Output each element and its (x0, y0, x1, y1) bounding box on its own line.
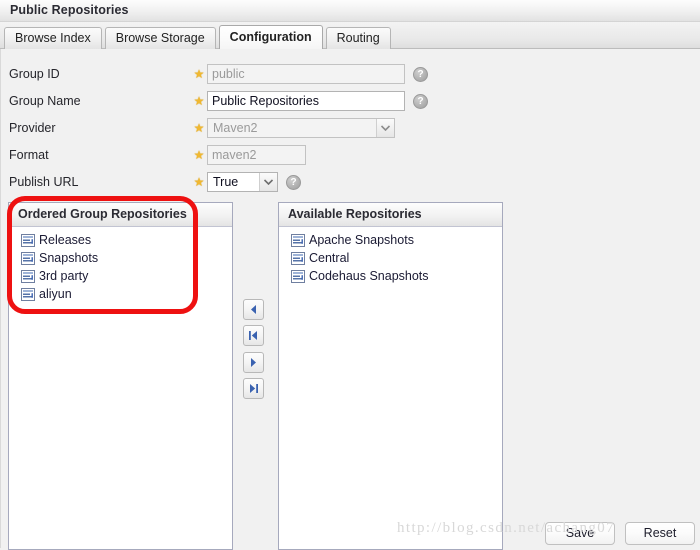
available-repositories-list: Apache Snapshots Central Codehaus Snapsh… (279, 227, 502, 285)
list-item-label: Snapshots (39, 251, 99, 265)
ordered-group-repositories-header: Ordered Group Repositories (9, 203, 232, 227)
chevron-down-icon (259, 173, 277, 191)
list-item-label: 3rd party (39, 269, 89, 283)
publish-url-select[interactable]: True (207, 172, 278, 192)
format-label: Format (9, 148, 49, 162)
repository-icon (21, 269, 35, 283)
page-title: Public Repositories (0, 0, 700, 22)
tab-strip: Browse Index Browse Storage Configuratio… (0, 22, 700, 49)
group-id-label: Group ID (9, 67, 60, 81)
star-icon: ★ (193, 175, 205, 189)
provider-select[interactable]: Maven2 (207, 118, 395, 138)
field-row-provider: Provider ★ Maven2 (1, 115, 395, 141)
star-icon: ★ (193, 94, 205, 108)
available-repositories-panel: Available Repositories Apache Snapshots (278, 202, 503, 550)
help-icon[interactable]: ? (413, 93, 428, 109)
nexus-repository-config-window: Public Repositories Browse Index Browse … (0, 0, 700, 550)
field-row-publish-url: Publish URL ★ True ? (1, 169, 301, 195)
repository-icon (21, 251, 35, 265)
list-item-label: aliyun (39, 287, 72, 301)
move-all-right-button[interactable] (243, 378, 264, 399)
star-icon: ★ (193, 67, 205, 81)
help-icon[interactable]: ? (413, 66, 428, 82)
list-item-label: Codehaus Snapshots (309, 269, 429, 283)
group-name-input[interactable]: Public Repositories (207, 91, 405, 111)
list-item[interactable]: Apache Snapshots (279, 231, 502, 249)
move-all-left-button[interactable] (243, 325, 264, 346)
ordered-group-repositories-list: Releases Snapshots 3rd party aliyun (9, 227, 232, 303)
arrow-right-all-icon (250, 384, 258, 393)
publish-url-select-value: True (213, 175, 239, 189)
list-item[interactable]: aliyun (9, 285, 232, 303)
tab-list: Browse Index Browse Storage Configuratio… (4, 25, 394, 49)
list-item[interactable]: Releases (9, 231, 232, 249)
field-row-format: Format ★ maven2 (1, 142, 306, 168)
list-item[interactable]: 3rd party (9, 267, 232, 285)
configuration-form: Group ID ★ public ? Group Name ★ Public … (0, 49, 700, 550)
tab-browse-storage[interactable]: Browse Storage (104, 27, 216, 49)
ordered-group-repositories-panel: Ordered Group Repositories Releases Snap… (8, 202, 233, 550)
repository-icon (291, 269, 305, 283)
group-name-label: Group Name (9, 94, 81, 108)
reset-button[interactable]: Reset (625, 522, 695, 545)
available-repositories-header: Available Repositories (279, 203, 502, 227)
repository-icon (21, 233, 35, 247)
field-row-group-id: Group ID ★ public ? (1, 61, 428, 87)
publish-url-label: Publish URL (9, 175, 79, 189)
star-icon: ★ (193, 121, 205, 135)
chevron-down-icon (376, 119, 394, 137)
list-item[interactable]: Codehaus Snapshots (279, 267, 502, 285)
list-item[interactable]: Central (279, 249, 502, 267)
field-row-group-name: Group Name ★ Public Repositories ? (1, 88, 428, 114)
arrow-left-all-icon (249, 331, 257, 340)
tab-routing[interactable]: Routing (325, 27, 391, 49)
list-item[interactable]: Snapshots (9, 249, 232, 267)
repository-icon (291, 251, 305, 265)
move-right-button[interactable] (243, 352, 264, 373)
repository-icon (21, 287, 35, 301)
provider-select-value: Maven2 (213, 121, 258, 135)
arrow-right-icon (251, 358, 256, 367)
arrow-left-icon (251, 305, 256, 314)
group-id-input[interactable]: public (207, 64, 405, 84)
provider-label: Provider (9, 121, 56, 135)
repository-icon (291, 233, 305, 247)
list-item-label: Releases (39, 233, 92, 247)
move-left-button[interactable] (243, 299, 264, 320)
help-icon[interactable]: ? (286, 174, 301, 190)
star-icon: ★ (193, 148, 205, 162)
watermark-text: http://blog.csdn.net/achang07 (397, 520, 616, 536)
list-item-label: Central (309, 251, 350, 265)
tab-browse-index[interactable]: Browse Index (4, 27, 102, 49)
format-input[interactable]: maven2 (207, 145, 306, 165)
tab-configuration[interactable]: Configuration (218, 25, 323, 49)
list-item-label: Apache Snapshots (309, 233, 414, 247)
